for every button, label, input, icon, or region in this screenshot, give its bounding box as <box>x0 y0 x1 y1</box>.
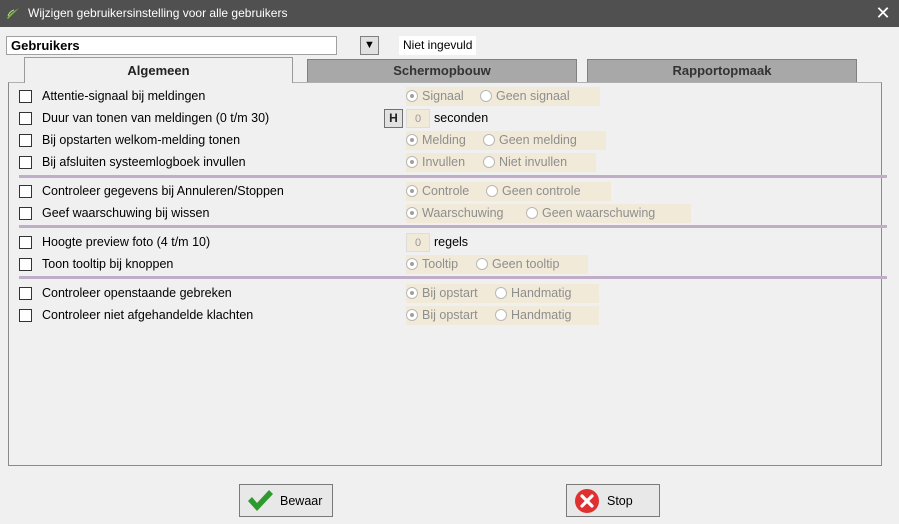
triangle-down-icon: ▼ <box>364 39 375 51</box>
settings-panel: Attentie-signaal bij meldingen Signaal G… <box>8 82 887 466</box>
radio-selected-icon <box>406 156 418 168</box>
radio-icon <box>486 185 498 197</box>
option-geen-melding[interactable]: Geen melding <box>483 133 577 147</box>
option-bij-opstart[interactable]: Bij opstart <box>406 286 478 300</box>
tab-rapportopmaak[interactable]: Rapportopmaak <box>587 59 857 82</box>
setting-checkbox[interactable] <box>19 112 32 125</box>
radio-icon <box>495 309 507 321</box>
setting-row: Duur van tonen van meldingen (0 t/m 30) … <box>19 109 879 128</box>
save-label: Bewaar <box>280 494 323 508</box>
setting-row: Attentie-signaal bij meldingen Signaal G… <box>19 87 879 106</box>
radio-icon <box>480 90 492 102</box>
setting-row: Toon tooltip bij knoppen Tooltip Geen to… <box>19 255 879 274</box>
radio-selected-icon <box>406 185 418 197</box>
radio-icon <box>526 207 538 219</box>
option-waarschuwing[interactable]: Waarschuwing <box>406 206 504 220</box>
option-group: Bij opstart Handmatig <box>406 306 599 325</box>
setting-label: Controleer openstaande gebreken <box>42 286 232 300</box>
option-invullen[interactable]: Invullen <box>406 155 465 169</box>
section-divider <box>19 225 887 228</box>
setting-checkbox[interactable] <box>19 236 32 249</box>
checkmark-icon <box>248 490 273 511</box>
unit-label: seconden <box>434 111 489 125</box>
setting-row: Controleer niet afgehandelde klachten Bi… <box>19 306 879 325</box>
option-handmatig[interactable]: Handmatig <box>495 308 571 322</box>
setting-row: Controleer gegevens bij Annuleren/Stoppe… <box>19 182 879 201</box>
setting-label: Toon tooltip bij knoppen <box>42 257 174 271</box>
leaf-icon <box>7 8 19 19</box>
option-group: Invullen Niet invullen <box>406 153 596 172</box>
radio-selected-icon <box>406 134 418 146</box>
user-group-field[interactable]: Gebruikers <box>6 36 337 55</box>
setting-row: Bij opstarten welkom-melding tonen Meldi… <box>19 131 879 150</box>
option-group: Signaal Geen signaal <box>406 87 600 106</box>
option-signaal[interactable]: Signaal <box>406 89 464 103</box>
setting-row: Bij afsluiten systeemlogboek invullen In… <box>19 153 879 172</box>
radio-selected-icon <box>406 287 418 299</box>
status-label: Niet ingevuld <box>399 36 477 55</box>
setting-checkbox[interactable] <box>19 185 32 198</box>
setting-checkbox[interactable] <box>19 309 32 322</box>
setting-label: Controleer niet afgehandelde klachten <box>42 308 254 322</box>
setting-label: Bij opstarten welkom-melding tonen <box>42 133 241 147</box>
tab-schermopbouw[interactable]: Schermopbouw <box>307 59 577 82</box>
unit-label: regels <box>434 235 469 249</box>
setting-label: Controleer gegevens bij Annuleren/Stoppe… <box>42 184 284 198</box>
dropdown-button[interactable]: ▼ <box>360 36 379 55</box>
radio-icon <box>483 156 495 168</box>
setting-label: Duur van tonen van meldingen (0 t/m 30) <box>42 111 270 125</box>
setting-checkbox[interactable] <box>19 156 32 169</box>
option-group: Waarschuwing Geen waarschuwing <box>406 204 691 223</box>
option-geen-controle[interactable]: Geen controle <box>486 184 581 198</box>
preview-height-field[interactable]: 0 <box>406 233 430 252</box>
setting-label: Hoogte preview foto (4 t/m 10) <box>42 235 211 249</box>
option-group: Bij opstart Handmatig <box>406 284 599 303</box>
radio-selected-icon <box>406 309 418 321</box>
option-geen-signaal[interactable]: Geen signaal <box>480 89 570 103</box>
save-button[interactable]: Bewaar <box>239 484 333 517</box>
radio-icon <box>483 134 495 146</box>
stop-button[interactable]: Stop <box>566 484 660 517</box>
radio-icon <box>476 258 488 270</box>
close-button[interactable]: ✕ <box>867 0 899 27</box>
radio-icon <box>495 287 507 299</box>
option-geen-waarschuwing[interactable]: Geen waarschuwing <box>526 206 655 220</box>
stop-label: Stop <box>607 494 633 508</box>
option-group: Melding Geen melding <box>406 131 606 150</box>
setting-checkbox[interactable] <box>19 134 32 147</box>
title-bar: Wijzigen gebruikersinstelling voor alle … <box>0 0 899 27</box>
option-bij-opstart[interactable]: Bij opstart <box>406 308 478 322</box>
section-divider <box>19 276 887 279</box>
setting-label: Attentie-signaal bij meldingen <box>42 89 206 103</box>
close-icon: ✕ <box>875 3 891 23</box>
setting-label: Geef waarschuwing bij wissen <box>42 206 210 220</box>
tab-algemeen[interactable]: Algemeen <box>24 57 293 83</box>
option-melding[interactable]: Melding <box>406 133 466 147</box>
duration-field[interactable]: 0 <box>406 109 430 128</box>
h-button[interactable]: H <box>384 109 403 128</box>
setting-checkbox[interactable] <box>19 207 32 220</box>
option-geen-tooltip[interactable]: Geen tooltip <box>476 257 559 271</box>
radio-selected-icon <box>406 207 418 219</box>
option-group: Tooltip Geen tooltip <box>406 255 588 274</box>
setting-checkbox[interactable] <box>19 258 32 271</box>
radio-selected-icon <box>406 258 418 270</box>
option-group: Controle Geen controle <box>406 182 611 201</box>
option-controle[interactable]: Controle <box>406 184 469 198</box>
option-tooltip[interactable]: Tooltip <box>406 257 458 271</box>
setting-checkbox[interactable] <box>19 287 32 300</box>
section-divider <box>19 175 887 178</box>
option-niet-invullen[interactable]: Niet invullen <box>483 155 567 169</box>
radio-selected-icon <box>406 90 418 102</box>
setting-row: Controleer openstaande gebreken Bij opst… <box>19 284 879 303</box>
stop-x-icon <box>575 489 599 513</box>
setting-label: Bij afsluiten systeemlogboek invullen <box>42 155 246 169</box>
option-handmatig[interactable]: Handmatig <box>495 286 571 300</box>
window-title: Wijzigen gebruikersinstelling voor alle … <box>28 6 288 20</box>
setting-row: Hoogte preview foto (4 t/m 10) 0 regels <box>19 233 879 252</box>
setting-row: Geef waarschuwing bij wissen Waarschuwin… <box>19 204 879 223</box>
setting-checkbox[interactable] <box>19 90 32 103</box>
